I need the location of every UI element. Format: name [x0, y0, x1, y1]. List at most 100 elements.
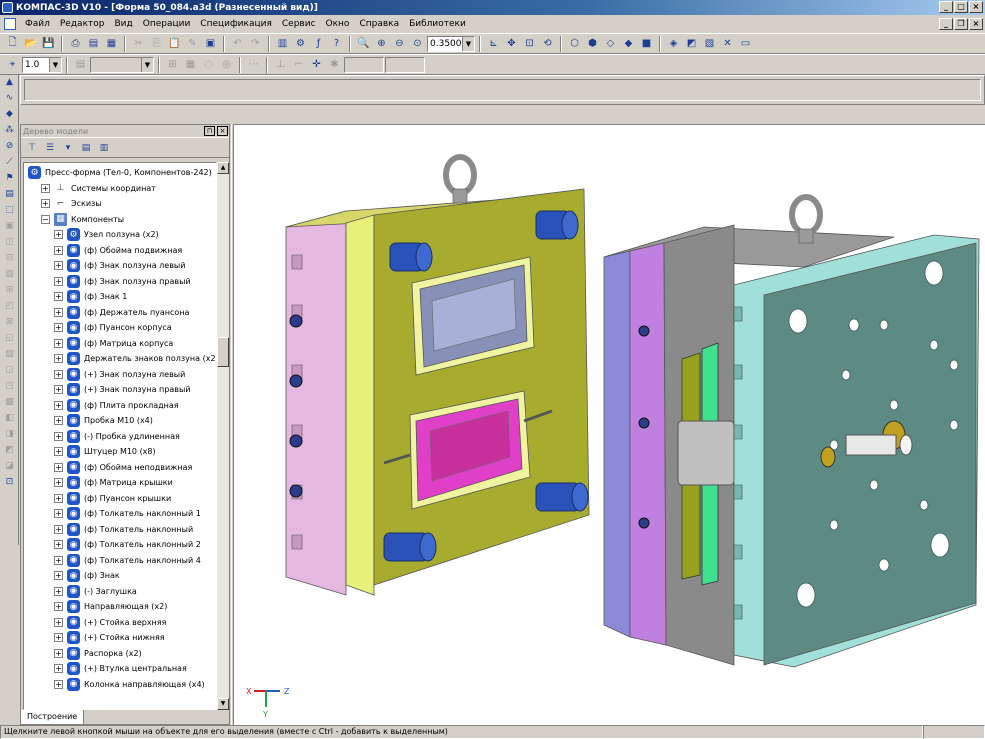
format-painter-icon[interactable]: ✎ — [184, 35, 201, 52]
tool-3-icon[interactable]: ⊟ — [2, 253, 17, 267]
coord-y-field[interactable] — [385, 56, 425, 73]
tool-14-icon[interactable]: ◨ — [2, 429, 17, 443]
properties-icon[interactable]: ▦ — [103, 35, 120, 52]
tools-icon[interactable]: ✕ — [719, 35, 736, 52]
expand-icon[interactable]: + — [54, 493, 63, 503]
chevron-down-icon[interactable]: ▼ — [462, 36, 474, 51]
specification-icon[interactable]: ▤ — [2, 189, 17, 203]
tree-item[interactable]: + ◉ (ф) Толкатель наклонный 1 — [54, 506, 201, 521]
zoom-window-icon[interactable]: 🔍 — [355, 35, 372, 52]
spatial-curves-icon[interactable]: ∿ — [2, 93, 17, 107]
pin-icon[interactable]: ⊓ — [204, 126, 215, 136]
zoom-out-icon[interactable]: ⊖ — [391, 35, 408, 52]
grid-dots-icon[interactable]: ⋯ — [245, 56, 262, 73]
tree-item[interactable]: + ◉ (ф) Знак 1 — [54, 289, 127, 304]
shaded-icon[interactable]: ◆ — [620, 35, 637, 52]
model-3d-view[interactable]: X Z Y — [234, 125, 985, 725]
step-combo[interactable]: 1.0 ▼ — [22, 56, 62, 73]
scroll-thumb[interactable] — [217, 337, 229, 367]
menu-libraries[interactable]: Библиотеки — [404, 19, 471, 29]
expand-icon[interactable]: + — [54, 648, 63, 658]
tree-item[interactable]: + ◉ (ф) Толкатель наклонный — [54, 522, 193, 537]
grid-icon[interactable]: ▦ — [182, 56, 199, 73]
menu-specification[interactable]: Спецификация — [195, 19, 277, 29]
shaded-edges-icon[interactable]: ■ — [638, 35, 655, 52]
model-viewport[interactable]: X Z Y — [234, 124, 985, 725]
tool-5-icon[interactable]: ⊞ — [2, 285, 17, 299]
tree-order-icon[interactable]: ☰ — [42, 140, 58, 156]
expand-icon[interactable]: + — [54, 431, 63, 441]
copy-icon[interactable]: ⎘ — [148, 35, 165, 52]
menu-operations[interactable]: Операции — [138, 19, 196, 29]
measure-icon[interactable]: ⊡ — [2, 477, 17, 491]
expand-icon[interactable]: + — [54, 292, 63, 301]
expand-icon[interactable]: + — [54, 555, 63, 565]
chevron-down-icon[interactable]: ▼ — [141, 57, 153, 72]
expand-icon[interactable]: + — [41, 199, 50, 208]
save-icon[interactable]: 💾 — [40, 35, 57, 52]
expand-icon[interactable]: + — [54, 571, 63, 580]
expand-icon[interactable]: + — [54, 323, 63, 332]
tool-4-icon[interactable]: ▧ — [2, 269, 17, 283]
tree-item[interactable]: + ◉ (ф) Пуансон корпуса — [54, 320, 172, 335]
tool-13-icon[interactable]: ◧ — [2, 413, 17, 427]
panel-icon[interactable]: ▭ — [737, 35, 754, 52]
arrays-icon[interactable]: ⁂ — [2, 125, 17, 139]
expand-icon[interactable]: + — [54, 276, 63, 286]
print-icon[interactable]: ⎙ — [67, 35, 84, 52]
tool-15-icon[interactable]: ◩ — [2, 445, 17, 459]
layer-icon[interactable]: ▤ — [72, 56, 89, 73]
open-folder-icon[interactable]: 📂 — [22, 35, 39, 52]
zoom-in-icon[interactable]: ⊕ — [373, 35, 390, 52]
chevron-down-icon[interactable]: ▼ — [49, 57, 61, 72]
menu-view[interactable]: Вид — [109, 19, 137, 29]
tree-item[interactable]: + ◉ (-) Пробка удлиненная — [54, 429, 180, 444]
coordinates-icon[interactable]: ✱ — [326, 56, 343, 73]
tab-build[interactable]: Построение — [20, 710, 85, 725]
tree-item[interactable]: + ◉ (+) Знак ползуна левый — [54, 367, 185, 382]
pan-icon[interactable]: ✥ — [503, 35, 520, 52]
expand-icon[interactable]: + — [54, 385, 63, 394]
tree-item[interactable]: − ▦ Компоненты — [41, 212, 124, 227]
tree-item[interactable]: + ◉ (+) Стойка верхняя — [54, 615, 166, 630]
expand-icon[interactable]: + — [54, 679, 63, 689]
tree-item[interactable]: + ◉ (ф) Знак ползуна правый — [54, 274, 191, 289]
tree-item[interactable]: + ◉ (+) Втулка центральная — [54, 661, 187, 676]
tree-panel-icon[interactable]: ▥ — [274, 35, 291, 52]
libraries-icon[interactable]: ⚙ — [292, 35, 309, 52]
tree-item[interactable]: + ◉ (ф) Держатель пуансона — [54, 305, 189, 320]
tree-item[interactable]: + ◉ (ф) Знак — [54, 568, 120, 583]
expand-icon[interactable]: + — [54, 617, 63, 627]
minimize-button[interactable]: _ — [939, 1, 953, 13]
tool-7-icon[interactable]: ⊠ — [2, 317, 17, 331]
tree-item[interactable]: + ◉ (ф) Пуансон крышки — [54, 491, 171, 506]
fixed-half-assembly[interactable] — [603, 194, 980, 668]
orientation-icon[interactable]: ⊾ — [485, 35, 502, 52]
scroll-up-icon[interactable]: ▲ — [217, 162, 229, 174]
tree-structure-icon[interactable]: ⊤ — [24, 140, 40, 156]
step-icon[interactable]: ⌖ — [4, 56, 21, 73]
menu-help[interactable]: Справка — [354, 19, 404, 29]
expand-icon[interactable]: + — [54, 602, 63, 611]
tree-item[interactable]: + ◉ (ф) Обойма неподвижная — [54, 460, 192, 475]
tree-item[interactable]: + ◉ Колонка направляющая (x4) — [54, 677, 205, 692]
tree-item[interactable]: + ◉ Держатель знаков ползуна (x2) — [54, 351, 216, 366]
expand-icon[interactable]: + — [54, 261, 63, 270]
dimensions-icon[interactable]: ⟋ — [2, 157, 17, 171]
help-pointer-icon[interactable]: ? — [328, 35, 345, 52]
menu-file[interactable]: Файл — [20, 19, 55, 29]
new-document-icon[interactable]: 🗋 — [4, 35, 21, 52]
tree-item[interactable]: + ◉ (-) Заглушка — [54, 584, 137, 599]
scroll-down-icon[interactable]: ▼ — [217, 698, 229, 710]
expand-icon[interactable]: + — [54, 586, 63, 596]
collapse-icon[interactable]: − — [41, 214, 50, 224]
tool-9-icon[interactable]: ▨ — [2, 349, 17, 363]
expand-icon[interactable]: + — [54, 338, 63, 348]
doc-close-button[interactable]: × — [969, 18, 983, 30]
tree-item[interactable]: + ◉ (ф) Толкатель наклонный 2 — [54, 537, 201, 552]
tree-dropdown-icon[interactable]: ▾ — [60, 140, 76, 156]
expand-icon[interactable]: + — [54, 462, 63, 472]
expand-icon[interactable]: + — [54, 230, 63, 239]
close-button[interactable]: × — [969, 1, 983, 13]
snap-icon[interactable]: ◌ — [200, 56, 217, 73]
